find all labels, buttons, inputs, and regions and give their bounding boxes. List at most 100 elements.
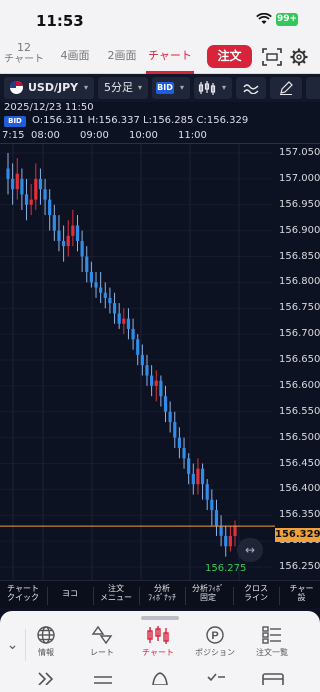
candle-body	[150, 375, 154, 386]
candle-body	[140, 354, 144, 366]
candle-body	[38, 178, 43, 190]
nav-info[interactable]: 情報	[18, 625, 74, 658]
candlestick-chart[interactable]	[0, 144, 320, 580]
chart-canvas[interactable]	[0, 144, 320, 580]
bar-datetime: 2025/12/23 11:50	[4, 102, 94, 113]
nav-order-list[interactable]: 注文一覧	[244, 625, 300, 658]
bid-tag: BID	[4, 116, 26, 127]
candle-body	[61, 240, 66, 247]
candle-icon	[147, 626, 169, 644]
candle-body	[228, 535, 232, 547]
status-bar: 11:53 99+	[0, 0, 320, 40]
candle-body	[145, 365, 149, 376]
chart-quick-button[interactable]: チャート クイック	[2, 584, 44, 603]
candle-body	[122, 318, 126, 324]
candle-body	[182, 447, 186, 459]
candle-body	[136, 339, 140, 355]
candle-body	[66, 235, 70, 247]
crossline-button[interactable]: クロス ライン	[235, 584, 277, 603]
gear-icon[interactable]	[290, 48, 308, 66]
low-price-label: 156.275	[205, 563, 247, 574]
candle-body	[191, 473, 195, 485]
fbtn-line1: ヨコ	[62, 589, 78, 598]
price-type-label: BID	[156, 82, 174, 94]
candle-body	[85, 256, 89, 273]
candle-body	[196, 468, 200, 485]
chevron-down-icon: ▾	[180, 83, 185, 92]
candle-body	[219, 525, 223, 536]
price-tick-label: 157.000	[279, 172, 320, 184]
rate-icon	[91, 625, 113, 645]
current-price-label: 156.329	[275, 528, 320, 542]
chevron-down-icon: ▾	[138, 83, 143, 92]
draw-button[interactable]	[270, 77, 302, 99]
screenshot-icon[interactable]	[262, 48, 282, 66]
horizontal-scroll-handle[interactable]: ↔	[237, 538, 263, 562]
fbtn-line2: ﾌｨﾎﾞﾅｯﾁ	[148, 592, 176, 602]
divider	[139, 587, 140, 605]
candle-type-icon	[198, 81, 216, 95]
price-tick-label: 156.350	[279, 509, 320, 521]
double-chevron-icon[interactable]	[36, 671, 56, 685]
tab-2-label: 2画面	[107, 49, 137, 62]
time-tick: 09:00	[80, 130, 109, 141]
interval-select[interactable]: 5分足 ▾	[98, 77, 148, 99]
candle-body	[71, 225, 75, 236]
candle-body	[99, 287, 103, 293]
chart-settings-button[interactable]: チャー設	[283, 585, 320, 603]
divider	[233, 587, 234, 605]
sheet-handle[interactable]	[141, 616, 179, 620]
chart-function-bar: チャート クイック ヨコ 注文 メニュー 分析 ﾌｨﾎﾞﾅｯﾁ 分析ﾌｨﾎﾞ 固定 クロ…	[0, 580, 320, 608]
price-tick-label: 156.550	[279, 405, 320, 417]
time-tick: 10:00	[129, 130, 158, 141]
candle-body	[80, 240, 84, 257]
candle-body	[108, 297, 112, 304]
order-button[interactable]: 注文	[207, 45, 252, 68]
nav-rate-label: レート	[90, 648, 114, 657]
position-icon: P	[206, 626, 224, 644]
nav-rate[interactable]: レート	[74, 625, 130, 658]
order-menu-button[interactable]: 注文 メニュー	[95, 584, 137, 603]
candle-body	[205, 484, 209, 500]
price-tick-label: 156.850	[279, 250, 320, 262]
toolbar-more[interactable]	[306, 77, 320, 99]
price-tick-label: 156.800	[279, 276, 320, 288]
pencil-icon	[280, 81, 293, 95]
price-tick-label: 156.650	[279, 354, 320, 365]
interval-label: 5分足	[104, 81, 133, 94]
price-tick-label: 156.900	[279, 224, 320, 236]
nav-order-list-label: 注文一覧	[256, 648, 288, 657]
fbtn-line2: メニュー	[100, 592, 132, 602]
candle-body	[224, 535, 228, 547]
candle-body	[89, 272, 93, 283]
price-tick-label: 156.750	[279, 302, 320, 314]
battery-indicator: 99+	[276, 13, 298, 26]
divider	[47, 587, 48, 605]
candle-body	[187, 458, 191, 474]
tab-12-chart[interactable]: 12 チャート	[4, 41, 44, 74]
indicator-button[interactable]	[236, 77, 266, 99]
analysis-fibonacci-button[interactable]: 分析 ﾌｨﾎﾞﾅｯﾁ	[141, 584, 183, 603]
nav-info-label: 情報	[38, 648, 54, 657]
card-icon[interactable]	[262, 671, 284, 685]
analysis-fixed-button[interactable]: 分析ﾌｨﾎﾞ 固定	[187, 584, 229, 603]
price-tick-label: 157.050	[279, 147, 320, 158]
candle-body	[11, 178, 15, 190]
currency-pair-select[interactable]: USD/JPY ▾	[4, 77, 94, 99]
time-tick: 7:15	[2, 130, 25, 141]
candle-body	[94, 282, 98, 288]
price-type-select[interactable]: BID ▾	[152, 77, 190, 99]
candle-body	[6, 168, 10, 179]
landscape-button[interactable]: ヨコ	[49, 589, 91, 599]
currency-pair-label: USD/JPY	[28, 81, 79, 94]
alert-icon[interactable]	[150, 671, 170, 685]
ohlc-values: O:156.311 H:156.337 L:156.285 C:156.329	[32, 115, 249, 126]
globe-icon	[37, 626, 55, 644]
checklist-icon[interactable]	[206, 671, 226, 685]
us-flag-icon	[10, 81, 23, 94]
candle-body	[154, 380, 158, 386]
chart-type-select[interactable]: ▾	[194, 77, 232, 99]
nav-position[interactable]: P ポジション	[187, 625, 243, 658]
swap-icon[interactable]	[92, 671, 114, 685]
nav-chart[interactable]: チャート	[130, 625, 186, 658]
